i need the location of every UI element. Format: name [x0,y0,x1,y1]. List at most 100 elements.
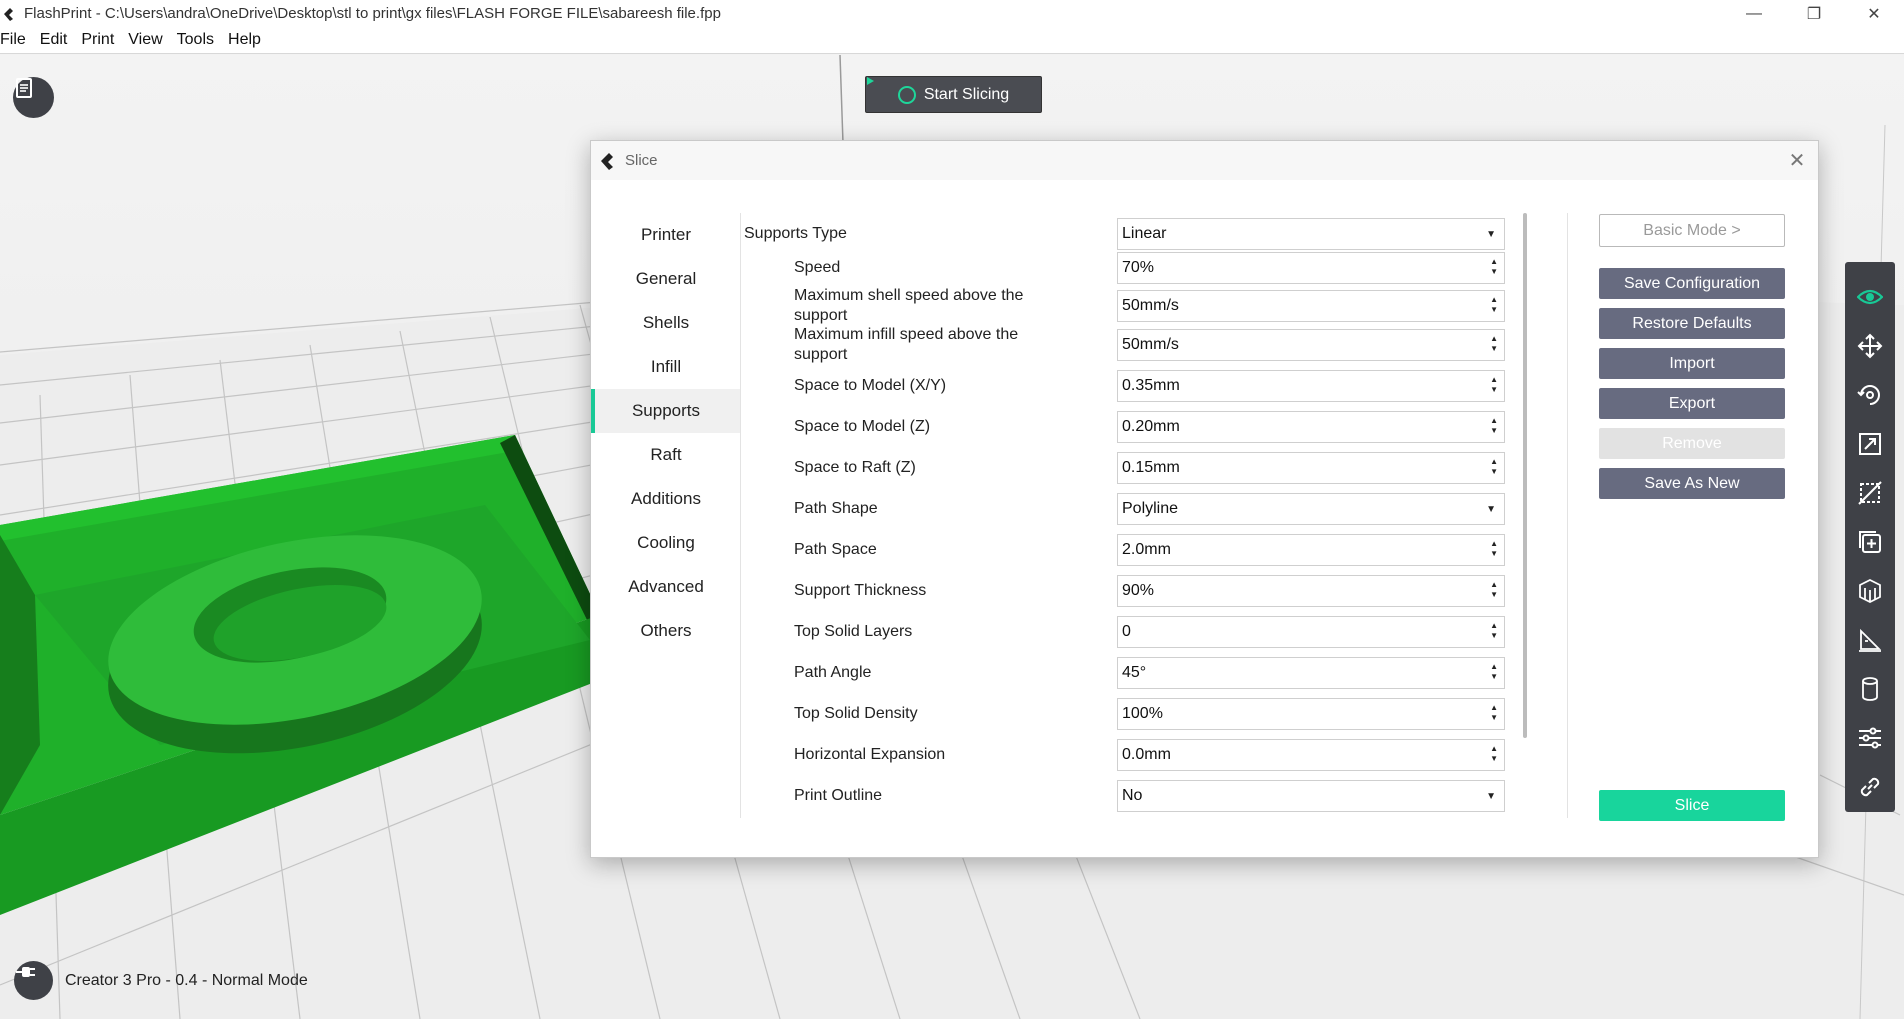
tab-others[interactable]: Others [591,609,741,653]
flashprint-logo-icon [601,152,613,170]
tab-raft[interactable]: Raft [591,433,741,477]
spinner-arrows-icon[interactable]: ▲ ▼ [1490,621,1498,641]
space-to-model-z-spinbox[interactable]: 0.20mm ▲ ▼ [1117,411,1505,443]
close-window-icon[interactable]: ✕ [1844,0,1904,27]
path-shape-select[interactable]: Polyline ▼ [1117,493,1505,525]
setting-label: Horizontal Expansion [794,746,946,763]
cut-icon[interactable] [1845,468,1895,517]
menu-print[interactable]: Print [81,31,121,49]
spinner-arrows-icon[interactable]: ▲ ▼ [1490,703,1498,723]
supports-type-select[interactable]: Linear ▼ [1117,218,1505,250]
setting-label: Speed [794,259,841,276]
space-to-model-xy-spinbox[interactable]: 0.35mm ▲ ▼ [1117,370,1505,402]
spinner-arrows-icon[interactable]: ▲ ▼ [1490,744,1498,764]
dialog-title: Slice [625,152,658,169]
settings-tabs: Printer General Shells Infill Supports R… [591,213,741,653]
spinner-arrows-icon[interactable]: ▲ ▼ [1490,662,1498,682]
remove-button[interactable]: Remove [1599,428,1785,459]
spinner-arrows-icon[interactable]: ▲ ▼ [1490,580,1498,600]
menu-bar: File Edit Print View Tools Help [0,27,1904,54]
scale-icon[interactable] [1845,419,1895,468]
setting-label: Support Thickness [794,582,927,599]
spinner-arrows-icon[interactable]: ▲ ▼ [1490,334,1498,354]
rotate-icon[interactable] [1845,370,1895,419]
eye-icon[interactable] [1845,272,1895,321]
spinner-arrows-icon[interactable]: ▲ ▼ [1490,539,1498,559]
plug-icon[interactable] [14,961,53,1000]
printer-status-label: Creator 3 Pro - 0.4 - Normal Mode [65,971,308,989]
setting-label: Path Shape [794,500,878,517]
spinner-arrows-icon[interactable]: ▲ ▼ [1490,257,1498,277]
move-icon[interactable] [1845,321,1895,370]
setting-label: Path Space [794,541,877,558]
spinner-arrows-icon[interactable]: ▲ ▼ [1490,295,1498,315]
slice-button[interactable]: Slice [1599,790,1785,821]
menu-file[interactable]: File [0,31,33,49]
setting-label: Space to Model (Z) [794,418,931,435]
print-outline-select[interactable]: No ▼ [1117,780,1505,812]
setting-support-thickness: Support Thickness 90% ▲ ▼ [741,575,1521,607]
menu-tools[interactable]: Tools [177,31,221,49]
top-solid-layers-spinbox[interactable]: 0 ▲ ▼ [1117,616,1505,648]
setting-horizontal-expansion: Horizontal Expansion 0.0mm ▲ ▼ [741,739,1521,771]
import-button[interactable]: Import [1599,348,1785,379]
speed-spinbox[interactable]: 70% ▲ ▼ [1117,252,1505,284]
export-button[interactable]: Export [1599,388,1785,419]
menu-edit[interactable]: Edit [40,31,75,49]
setting-path-shape: Path Shape Polyline ▼ [741,493,1521,525]
basic-mode-button[interactable]: Basic Mode > [1599,214,1785,247]
tab-supports[interactable]: Supports [591,389,741,433]
path-space-spinbox[interactable]: 2.0mm ▲ ▼ [1117,534,1505,566]
spinner-arrows-icon[interactable]: ▲ ▼ [1490,416,1498,436]
supports-settings-list: Supports Type Linear ▼ Speed 70% ▲ ▼ Maxi… [741,213,1521,818]
max-shell-speed-spinbox[interactable]: 50mm/s ▲ ▼ [1117,290,1505,322]
tab-additions[interactable]: Additions [591,477,741,521]
window-titlebar: FlashPrint - C:\Users\andra\OneDrive\Des… [0,0,1904,27]
path-angle-spinbox[interactable]: 45° ▲ ▼ [1117,657,1505,689]
setting-label: Top Solid Layers [794,623,913,640]
support-icon[interactable] [1845,566,1895,615]
tab-cooling[interactable]: Cooling [591,521,741,565]
save-as-new-button[interactable]: Save As New [1599,468,1785,499]
space-to-raft-z-spinbox[interactable]: 0.15mm ▲ ▼ [1117,452,1505,484]
max-infill-speed-spinbox[interactable]: 50mm/s ▲ ▼ [1117,329,1505,361]
tab-shells[interactable]: Shells [591,301,741,345]
setting-supports-type: Supports Type Linear ▼ [741,218,1521,250]
printer-status: Creator 3 Pro - 0.4 - Normal Mode [14,961,308,1000]
dialog-titlebar: Slice ✕ [591,141,1818,180]
tab-printer[interactable]: Printer [591,213,741,257]
settings-sliders-icon[interactable] [1845,713,1895,762]
support-thickness-spinbox[interactable]: 90% ▲ ▼ [1117,575,1505,607]
measure-icon[interactable] [1845,615,1895,664]
setting-print-outline: Print Outline No ▼ [741,780,1521,812]
settings-scrollbar[interactable] [1523,213,1527,738]
add-model-icon[interactable] [1845,517,1895,566]
save-configuration-button[interactable]: Save Configuration [1599,268,1785,299]
menu-view[interactable]: View [128,31,169,49]
link-icon[interactable] [1845,762,1895,811]
setting-speed: Speed 70% ▲ ▼ [741,252,1521,284]
setting-space-to-raft-z: Space to Raft (Z) 0.15mm ▲ ▼ [741,452,1521,484]
flashprint-logo-icon [4,7,13,21]
tab-general[interactable]: General [591,257,741,301]
tab-advanced[interactable]: Advanced [591,565,741,609]
cylinder-icon[interactable] [1845,664,1895,713]
setting-label: Maximum shell speed above the support [794,287,1024,324]
minimize-icon[interactable]: — [1724,0,1784,27]
close-icon[interactable]: ✕ [1786,149,1808,172]
model-list-button[interactable] [13,77,54,118]
restore-defaults-button[interactable]: Restore Defaults [1599,308,1785,339]
spinner-arrows-icon[interactable]: ▲ ▼ [1490,457,1498,477]
top-solid-density-spinbox[interactable]: 100% ▲ ▼ [1117,698,1505,730]
setting-label: Path Angle [794,664,872,681]
tab-infill[interactable]: Infill [591,345,741,389]
window-title: FlashPrint - C:\Users\andra\OneDrive\Des… [24,5,721,22]
setting-max-infill-speed: Maximum infill speed above the support 5… [741,324,1521,366]
panel-divider [1567,213,1568,818]
menu-help[interactable]: Help [228,31,268,49]
horizontal-expansion-spinbox[interactable]: 0.0mm ▲ ▼ [1117,739,1505,771]
restore-icon[interactable]: ❐ [1784,0,1844,27]
setting-top-solid-layers: Top Solid Layers 0 ▲ ▼ [741,616,1521,648]
start-slicing-button[interactable]: Start Slicing [865,76,1042,113]
spinner-arrows-icon[interactable]: ▲ ▼ [1490,375,1498,395]
